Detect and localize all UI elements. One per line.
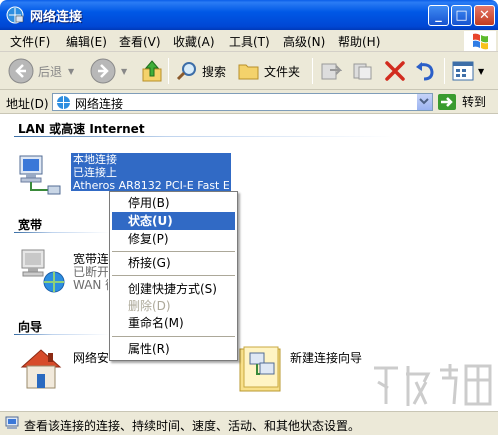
menu-view[interactable]: 查看(V) xyxy=(119,33,161,50)
broadband-connection-icon[interactable] xyxy=(16,248,66,296)
menu-help[interactable]: 帮助(H) xyxy=(338,33,380,50)
network-connections-icon xyxy=(57,96,70,109)
download-site-watermark-logo xyxy=(374,364,492,406)
broadband-connection-device: WAN 微 xyxy=(73,279,108,292)
local-connection-icon[interactable] xyxy=(16,152,64,196)
menu-advanced[interactable]: 高级(N) xyxy=(283,33,325,50)
network-setup-wizard-icon[interactable] xyxy=(18,345,64,391)
local-connection-item[interactable]: 本地连接 已连接上 Atheros AR8132 PCI-E Fast Et..… xyxy=(71,153,231,192)
menu-file[interactable]: 文件(F) xyxy=(10,33,50,50)
local-connection-status: 已连接上 xyxy=(73,166,117,179)
minimize-glyph: _ xyxy=(435,8,442,23)
folders-button[interactable]: 文件夹 xyxy=(238,61,300,81)
broadband-connection-status: 已断开 xyxy=(73,266,108,279)
search-icon xyxy=(176,62,196,81)
folders-label: 文件夹 xyxy=(264,64,301,79)
go-button[interactable]: 转到 xyxy=(438,93,486,110)
maximize-glyph: □ xyxy=(455,8,468,23)
group-title-lan: LAN 或高速 Internet xyxy=(18,122,145,136)
forward-button[interactable]: ▼ xyxy=(90,58,127,84)
forward-arrow-icon xyxy=(90,58,116,84)
toolbar: 后退 ▼ ▼ 搜索 文件夹 ▼ xyxy=(0,52,498,90)
views-icon xyxy=(452,61,474,81)
group-title-broadband: 宽带 xyxy=(18,218,43,232)
address-dropdown-button[interactable] xyxy=(416,94,432,110)
minimize-button[interactable]: _ xyxy=(428,5,449,26)
group-divider xyxy=(14,232,110,233)
chevron-down-icon xyxy=(419,98,429,105)
broadband-connection-name[interactable]: 宽带连 xyxy=(73,253,108,266)
delete-icon[interactable] xyxy=(384,61,406,81)
close-glyph: ✕ xyxy=(479,8,490,23)
ctx-disable[interactable]: 停用(B) xyxy=(112,194,235,212)
forward-dropdown-icon[interactable]: ▼ xyxy=(121,67,127,76)
status-bar: 查看该连接的连接、持续时间、速度、活动、和其他状态设置。 xyxy=(0,411,498,435)
views-dropdown-icon: ▼ xyxy=(478,66,485,76)
address-label: 地址(D) xyxy=(6,97,49,111)
toolbar-separator xyxy=(168,58,169,84)
address-field[interactable]: 网络连接 xyxy=(52,93,433,111)
network-setup-wizard-label[interactable]: 网络安 xyxy=(73,352,108,365)
search-label: 搜索 xyxy=(202,64,227,79)
go-arrow-icon xyxy=(438,93,456,110)
up-folder-icon[interactable] xyxy=(141,59,163,83)
ctx-properties[interactable]: 属性(R) xyxy=(112,340,235,358)
new-connection-wizard-icon[interactable] xyxy=(238,345,284,393)
context-menu: 停用(B) 状态(U) 修复(P) 桥接(G) 创建快捷方式(S) 删除(D) … xyxy=(109,191,238,361)
local-connection-name: 本地连接 xyxy=(73,153,117,166)
maximize-button[interactable]: □ xyxy=(451,5,472,26)
ctx-rename[interactable]: 重命名(M) xyxy=(112,314,235,332)
back-dropdown-icon[interactable]: ▼ xyxy=(68,67,74,76)
status-text: 查看该连接的连接、持续时间、速度、活动、和其他状态设置。 xyxy=(24,419,361,433)
ctx-delete: 删除(D) xyxy=(128,299,171,313)
ctx-status[interactable]: 状态(U) xyxy=(112,212,235,230)
ctx-separator xyxy=(112,275,235,276)
address-value: 网络连接 xyxy=(75,97,124,111)
ctx-bridge[interactable]: 桥接(G) xyxy=(112,254,235,272)
address-bar: 地址(D) 网络连接 转到 xyxy=(0,90,498,114)
toolbar-separator xyxy=(444,58,445,84)
toolbar-separator xyxy=(312,58,313,84)
close-button[interactable]: ✕ xyxy=(474,5,495,26)
folders-icon xyxy=(238,64,259,80)
menu-edit[interactable]: 编辑(E) xyxy=(66,33,107,50)
undo-icon[interactable] xyxy=(414,61,436,81)
search-button[interactable]: 搜索 xyxy=(176,61,226,81)
group-divider xyxy=(14,334,110,335)
network-connections-icon xyxy=(6,6,24,24)
menu-bar: 文件(F) 编辑(E) 查看(V) 收藏(A) 工具(T) 高级(N) 帮助(H… xyxy=(0,30,498,52)
window-title: 网络连接 xyxy=(30,10,83,25)
windows-logo-icon xyxy=(464,31,496,51)
views-button[interactable]: ▼ xyxy=(452,60,484,82)
back-button[interactable]: 后退 ▼ xyxy=(8,58,74,84)
go-label: 转到 xyxy=(462,95,487,109)
back-label: 后退 xyxy=(38,64,63,79)
menu-favorites[interactable]: 收藏(A) xyxy=(173,33,215,50)
ctx-repair[interactable]: 修复(P) xyxy=(112,230,235,248)
move-to-icon[interactable] xyxy=(320,61,342,81)
ctx-create-shortcut[interactable]: 创建快捷方式(S) xyxy=(112,280,235,298)
title-bar[interactable]: 网络连接 _ □ ✕ xyxy=(0,0,498,30)
group-title-wizard: 向导 xyxy=(18,320,43,334)
new-connection-wizard-label[interactable]: 新建连接向导 xyxy=(290,352,362,365)
ctx-separator xyxy=(112,251,235,252)
menu-tools[interactable]: 工具(T) xyxy=(229,33,270,50)
copy-to-icon[interactable] xyxy=(352,61,374,81)
back-arrow-icon xyxy=(8,58,34,84)
status-network-icon xyxy=(5,416,19,429)
ctx-separator xyxy=(112,336,235,337)
group-divider xyxy=(14,136,394,137)
